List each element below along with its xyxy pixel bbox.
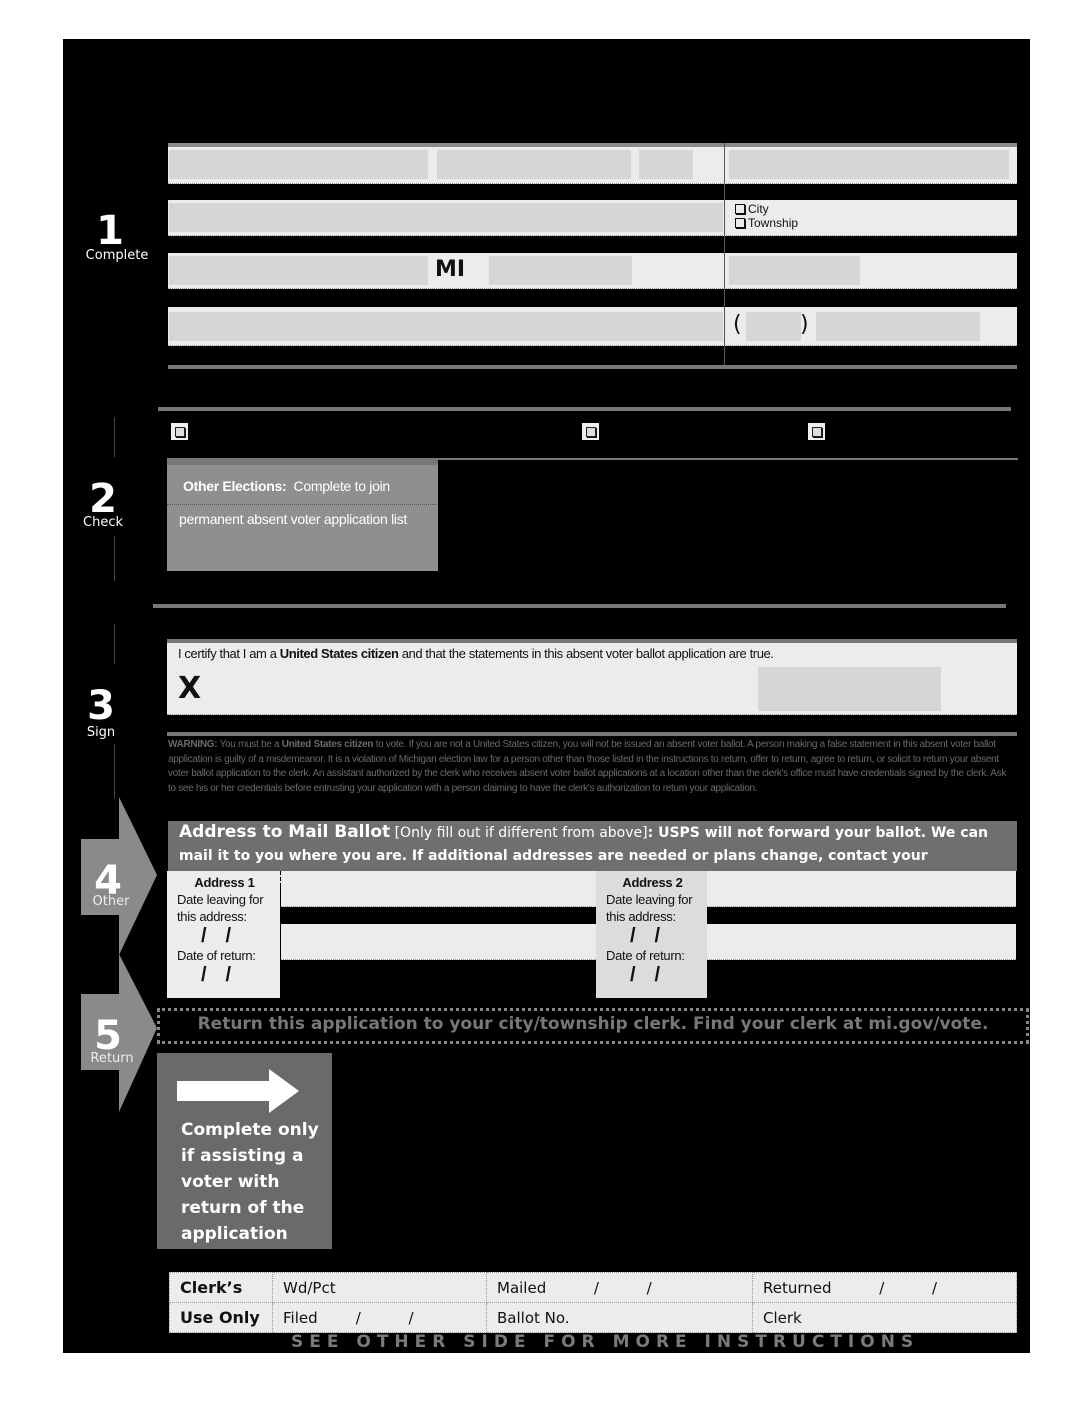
- step-3-line-top: [114, 624, 115, 664]
- address-1-return-label: Date of return:: [177, 948, 256, 963]
- step-2-line-bottom: [114, 536, 115, 581]
- clerk-cell-returned: Returned / /: [752, 1272, 1017, 1303]
- address-2-dates: Address 2 Date leaving for this address:…: [596, 871, 707, 998]
- address-2-return-label: Date of return:: [606, 948, 685, 963]
- city-field[interactable]: [169, 256, 428, 285]
- right-arrow-icon: [177, 1069, 299, 1113]
- signature-field[interactable]: [168, 669, 808, 711]
- assist-instructions-box: Complete only if assisting a voter with …: [157, 1053, 332, 1249]
- address-2-leaving-label: Date leaving for this address:: [606, 892, 693, 924]
- warning-text: WARNING: You must be a United States cit…: [168, 739, 1007, 794]
- mail-address-header: Address to Mail Ballot [Only fill out if…: [168, 821, 1017, 887]
- step-1-label: Complete: [85, 248, 149, 263]
- phone-open-paren: (: [733, 312, 742, 337]
- township-checkbox[interactable]: [735, 218, 745, 228]
- clerk-cell-mailed: Mailed / /: [486, 1272, 753, 1303]
- clerk-head-line1: Clerk’s: [169, 1272, 273, 1303]
- phone-area-code-field[interactable]: [746, 312, 801, 341]
- address-2-leaving-date[interactable]: / /: [606, 925, 707, 947]
- address-2-return-date[interactable]: / /: [606, 964, 707, 986]
- phone-close-paren: ): [800, 312, 809, 337]
- return-instructions: Return this application to your city/tow…: [157, 1008, 1029, 1044]
- address-1-return-date[interactable]: / /: [177, 964, 280, 986]
- warning-top-rule: [167, 732, 1017, 736]
- email-field[interactable]: [169, 312, 723, 341]
- signature-date-field[interactable]: [758, 667, 941, 711]
- step-3-line-bottom: [114, 744, 115, 799]
- step-2-line-top: [114, 417, 115, 457]
- clerk-cell-wd-pct: Wd/Pct: [272, 1272, 487, 1303]
- address-1-leaving-label: Date leaving for this address:: [177, 892, 264, 924]
- clerk-head-line2: Use Only: [169, 1302, 273, 1333]
- address-1-dates: Address 1 Date leaving for this address:…: [167, 871, 280, 998]
- other-elections-heading: Other Elections: Complete to join: [167, 465, 437, 505]
- form-page: 1 Complete City Township MI ( ) 2 Check …: [63, 39, 1030, 1353]
- election-checkbox-3[interactable]: [808, 423, 825, 440]
- other-elections-subtext: permanent absent voter application list: [179, 511, 407, 527]
- birth-date-field[interactable]: [729, 150, 1009, 179]
- step-4-label: Other: [92, 894, 130, 909]
- state-value: MI: [435, 257, 466, 282]
- section1-bottom-rule: [168, 365, 1017, 369]
- step-3-label: Sign: [86, 725, 116, 740]
- first-name-field[interactable]: [437, 150, 631, 179]
- township-option[interactable]: Township: [735, 216, 798, 230]
- step-5-number: 5: [94, 1013, 122, 1059]
- street-address-field[interactable]: [169, 203, 723, 232]
- clerk-row-2: Use Only Filed / / Ballot No. Clerk: [169, 1302, 1017, 1333]
- step-2-number: 2: [89, 476, 117, 522]
- step-5-label: Return: [90, 1051, 134, 1066]
- clerk-cell-clerk: Clerk: [752, 1302, 1017, 1333]
- clerk-cell-ballot-no: Ballot No.: [486, 1302, 753, 1333]
- other-elections-box: Other Elections: Complete to join perman…: [167, 460, 438, 571]
- section2-bottom-rule: [153, 604, 1006, 608]
- clerk-row-1: Clerk’s Wd/Pct Mailed / / Returned / /: [169, 1272, 1017, 1303]
- last-name-field[interactable]: [169, 150, 428, 179]
- city-checkbox[interactable]: [735, 204, 745, 214]
- address-1-leaving-date[interactable]: / /: [177, 925, 280, 947]
- jurisdiction-name-field[interactable]: [729, 256, 860, 285]
- election-checkbox-1[interactable]: [171, 423, 188, 440]
- zip-code-field[interactable]: [489, 256, 632, 285]
- clerk-use-table: Clerk’s Wd/Pct Mailed / / Returned / / U…: [169, 1272, 1017, 1333]
- step-2-label: Check: [83, 515, 123, 530]
- footer-instructions: SEE OTHER SIDE FOR MORE INSTRUCTIONS: [291, 1332, 920, 1352]
- election-checkbox-2[interactable]: [582, 423, 599, 440]
- phone-number-field[interactable]: [816, 312, 980, 341]
- address-1-title: Address 1: [194, 875, 255, 890]
- section2-top-rule: [158, 407, 1011, 411]
- step-3-number: 3: [87, 683, 115, 729]
- section1-column-divider: [724, 143, 725, 365]
- jurisdiction-options: City Township: [735, 202, 798, 230]
- clerk-cell-filed: Filed / /: [272, 1302, 487, 1333]
- address-2-title: Address 2: [622, 875, 683, 890]
- step-1-number: 1: [96, 208, 124, 254]
- city-option[interactable]: City: [735, 202, 798, 216]
- assist-text: Complete only if assisting a voter with …: [181, 1120, 319, 1244]
- certify-statement: I certify that I am a United States citi…: [178, 646, 774, 661]
- middle-initial-field[interactable]: [639, 150, 693, 179]
